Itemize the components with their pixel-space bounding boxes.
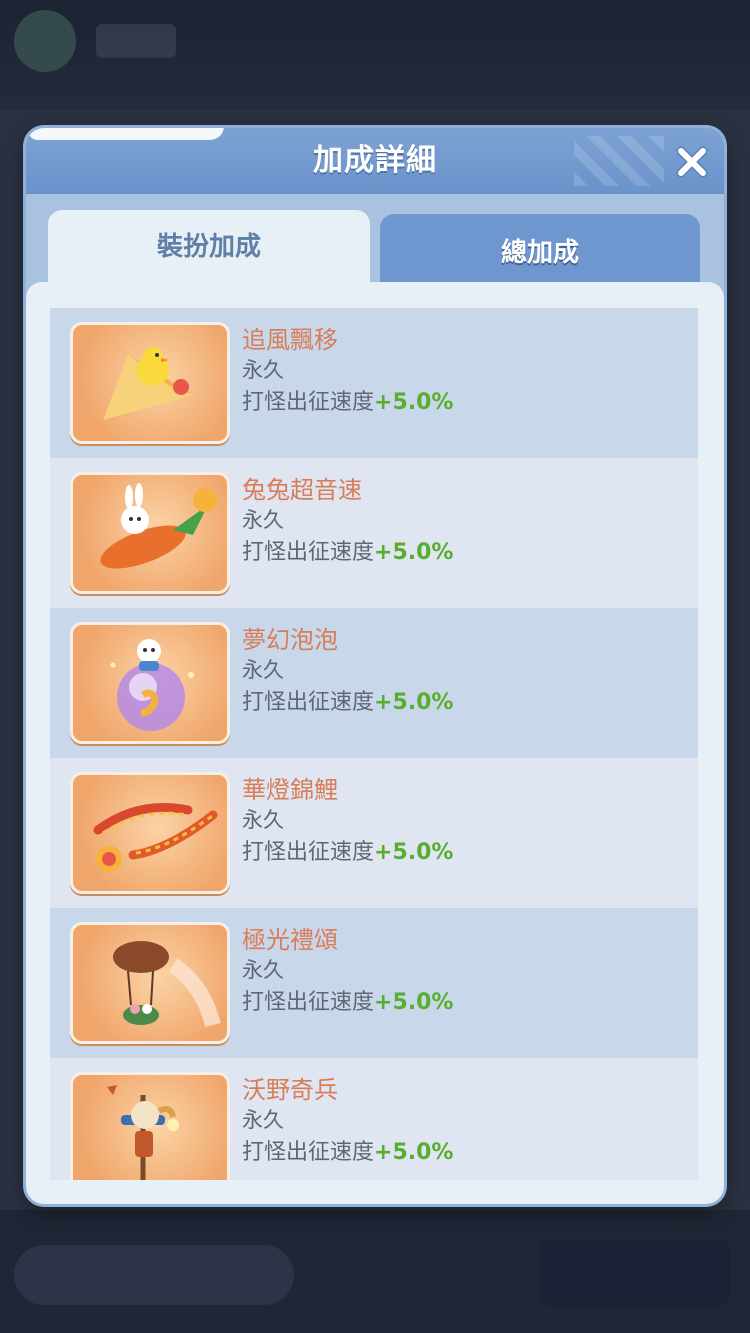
bonus-label: 打怪出征速度 [242, 540, 375, 565]
close-button[interactable] [672, 142, 712, 182]
item-bonus: 打怪出征速度+5.0% [242, 534, 453, 566]
bonus-label: 打怪出征速度 [242, 990, 375, 1015]
item-name: 極光禮頌 [242, 926, 338, 954]
background-player-name [96, 24, 176, 58]
bonus-value: +5.0% [374, 540, 454, 565]
item-name: 沃野奇兵 [242, 1076, 338, 1104]
modal-title: 加成詳細 [313, 143, 437, 178]
koi-lantern-icon [70, 772, 230, 894]
background-bottom-pill [14, 1245, 294, 1305]
bonus-value: +5.0% [374, 840, 454, 865]
item-duration: 永久 [242, 1108, 284, 1132]
bonus-detail-modal: 加成詳細 裝扮加成 總加成 追風飄移 永久 打怪出征速度+5.0% 兔兔超音速 … [26, 128, 724, 1204]
bunny-rocket-icon [70, 472, 230, 594]
bubble-bear-icon [70, 622, 230, 744]
item-name: 華燈錦鯉 [242, 776, 338, 804]
item-name: 追風飄移 [242, 326, 338, 354]
bonus-list[interactable]: 追風飄移 永久 打怪出征速度+5.0% 兔兔超音速 永久 打怪出征速度+5.0%… [50, 308, 698, 1180]
tab-outfit-bonus[interactable]: 裝扮加成 [48, 210, 370, 290]
list-item: 沃野奇兵 永久 打怪出征速度+5.0% [50, 1058, 698, 1180]
list-item: 追風飄移 永久 打怪出征速度+5.0% [50, 308, 698, 458]
bonus-label: 打怪出征速度 [242, 1140, 375, 1165]
tab-total-bonus[interactable]: 總加成 [380, 214, 700, 284]
item-bonus: 打怪出征速度+5.0% [242, 834, 453, 866]
item-duration: 永久 [242, 808, 284, 832]
modal-header: 加成詳細 [26, 128, 724, 194]
item-name: 兔兔超音速 [242, 476, 362, 504]
background-bottom-button [540, 1240, 730, 1306]
item-bonus: 打怪出征速度+5.0% [242, 384, 453, 416]
bonus-label: 打怪出征速度 [242, 390, 375, 415]
close-icon [676, 146, 708, 178]
bonus-value: +5.0% [374, 390, 454, 415]
bonus-label: 打怪出征速度 [242, 840, 375, 865]
list-item: 兔兔超音速 永久 打怪出征速度+5.0% [50, 458, 698, 608]
bonus-value: +5.0% [374, 1140, 454, 1165]
item-name: 夢幻泡泡 [242, 626, 338, 654]
item-duration: 永久 [242, 508, 284, 532]
item-duration: 永久 [242, 358, 284, 382]
item-duration: 永久 [242, 658, 284, 682]
item-bonus: 打怪出征速度+5.0% [242, 1134, 453, 1166]
bonus-value: +5.0% [374, 990, 454, 1015]
scarecrow-icon [70, 1072, 230, 1180]
list-item: 華燈錦鯉 永久 打怪出征速度+5.0% [50, 758, 698, 908]
bonus-list-panel: 追風飄移 永久 打怪出征速度+5.0% 兔兔超音速 永久 打怪出征速度+5.0%… [26, 282, 724, 1204]
item-bonus: 打怪出征速度+5.0% [242, 984, 453, 1016]
airship-icon [70, 922, 230, 1044]
bonus-value: +5.0% [374, 690, 454, 715]
background-avatar [14, 10, 76, 72]
item-bonus: 打怪出征速度+5.0% [242, 684, 453, 716]
list-item: 夢幻泡泡 永久 打怪出征速度+5.0% [50, 608, 698, 758]
list-item: 極光禮頌 永久 打怪出征速度+5.0% [50, 908, 698, 1058]
bonus-label: 打怪出征速度 [242, 690, 375, 715]
item-duration: 永久 [242, 958, 284, 982]
kite-chick-icon [70, 322, 230, 444]
